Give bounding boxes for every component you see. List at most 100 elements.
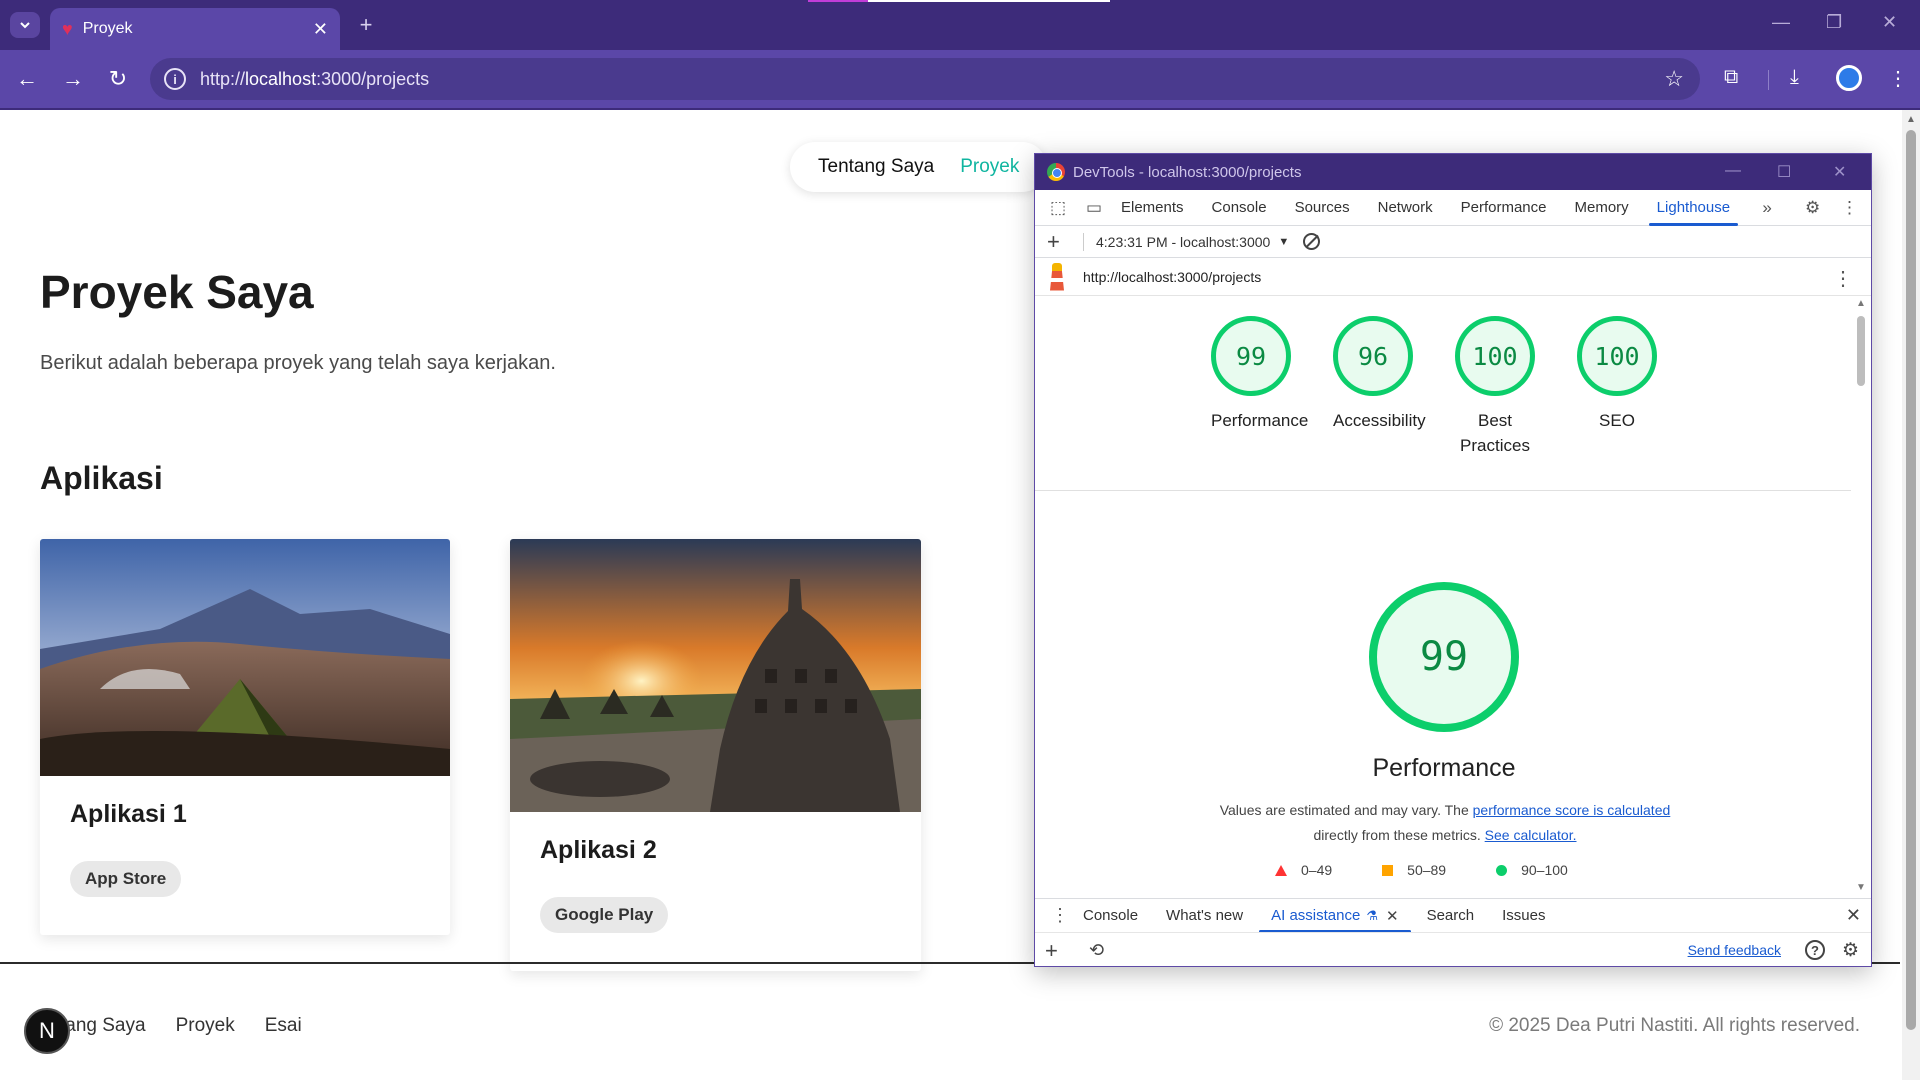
gauge-seo[interactable]: 100 SEO	[1577, 316, 1657, 458]
report-selector[interactable]: 4:23:31 PM - localhost:3000	[1096, 234, 1270, 250]
tab-network[interactable]: Network	[1364, 190, 1447, 226]
page-description: Berikut adalah beberapa proyek yang tela…	[40, 352, 556, 374]
browser-tab-active[interactable]: ♥ Proyek ✕	[50, 8, 340, 50]
volcano-landscape-image	[40, 539, 450, 776]
gauge-accessibility[interactable]: 96 Accessibility	[1333, 316, 1426, 458]
nav-link-tentang-saya[interactable]: Tentang Saya	[818, 156, 934, 178]
forward-button[interactable]: →	[58, 64, 88, 94]
close-window-icon[interactable]: ✕	[1882, 12, 1897, 33]
page-scrollbar[interactable]: ▲	[1902, 110, 1920, 1080]
scrollbar-thumb[interactable]	[1906, 130, 1916, 1030]
legend-fail: 0–49	[1275, 862, 1332, 878]
toolbar-divider	[1768, 70, 1769, 90]
performance-heading: Performance	[1372, 754, 1516, 782]
scrollbar-thumb[interactable]	[1857, 316, 1865, 386]
browser-menu-icon[interactable]: ⋮	[1888, 66, 1908, 91]
profile-avatar[interactable]	[1836, 65, 1862, 91]
clear-reports-icon[interactable]	[1303, 233, 1321, 250]
url-host: localhost	[245, 68, 317, 89]
tab-close-icon[interactable]: ✕	[313, 19, 328, 40]
scroll-down-arrow-icon[interactable]: ▼	[1856, 882, 1866, 893]
tab-performance[interactable]: Performance	[1447, 190, 1561, 226]
report-menu-icon[interactable]: ⋮	[1833, 266, 1853, 291]
drawer-tab-search[interactable]: Search	[1413, 899, 1489, 933]
tab-sources[interactable]: Sources	[1281, 190, 1364, 226]
dropdown-arrow-icon[interactable]: ▼	[1278, 236, 1289, 248]
report-scrollbar[interactable]: ▲ ▼	[1851, 296, 1871, 898]
reload-button[interactable]: ↻	[103, 64, 133, 94]
settings-gear-icon[interactable]: ⚙	[1805, 198, 1820, 218]
devtools-panel-tabs: ⬚ ▭ Elements Console Sources Network Per…	[1035, 190, 1871, 226]
download-icon[interactable]: ⤓	[1790, 66, 1799, 89]
scroll-up-arrow-icon[interactable]: ▲	[1856, 298, 1866, 309]
back-button[interactable]: ←	[12, 64, 42, 94]
heart-favicon-icon: ♥	[62, 18, 73, 39]
devtools-minimize-icon[interactable]: —	[1725, 162, 1741, 180]
see-calculator-link[interactable]: See calculator.	[1485, 827, 1577, 843]
gauge-performance[interactable]: 99 Performance	[1211, 316, 1308, 458]
drawer-tab-label: AI assistance	[1271, 907, 1361, 924]
devtools-titlebar: DevTools - localhost:3000/projects — ☐ ✕	[1035, 154, 1871, 190]
devtools-close-icon[interactable]: ✕	[1833, 162, 1846, 182]
load-progress-leading	[808, 0, 868, 2]
tab-lighthouse[interactable]: Lighthouse	[1643, 190, 1744, 226]
history-icon[interactable]: ⟲	[1089, 940, 1104, 961]
desc-text: Values are estimated and may vary. The	[1219, 802, 1473, 818]
footer-link-proyek[interactable]: Proyek	[176, 1015, 235, 1037]
device-toolbar-icon[interactable]: ▭	[1081, 198, 1107, 218]
footer-link-tentang-saya[interactable]: tang Saya	[60, 1015, 146, 1037]
drawer-tab-console[interactable]: Console	[1069, 899, 1152, 933]
store-badge[interactable]: App Store	[70, 861, 182, 897]
gauge-label: Best Practices	[1460, 411, 1530, 455]
restore-window-icon[interactable]: ❐	[1826, 12, 1842, 33]
extensions-icon[interactable]: ⧉	[1724, 66, 1738, 89]
footer-nav: tang Saya Proyek Esai	[60, 1015, 302, 1037]
store-badge[interactable]: Google Play	[540, 897, 669, 933]
report-divider	[1035, 490, 1853, 491]
close-drawer-icon[interactable]: ✕	[1846, 905, 1861, 926]
more-tabs-icon[interactable]: »	[1754, 198, 1780, 218]
nextjs-dev-indicator[interactable]: N	[24, 1008, 70, 1054]
url-prefix: http://	[200, 68, 246, 89]
devtools-maximize-icon[interactable]: ☐	[1777, 162, 1791, 182]
tab-elements[interactable]: Elements	[1107, 190, 1198, 226]
tab-memory[interactable]: Memory	[1561, 190, 1643, 226]
nav-link-proyek[interactable]: Proyek	[960, 156, 1019, 178]
help-icon[interactable]: ?	[1805, 940, 1825, 960]
gauge-score: 96	[1333, 316, 1413, 396]
desc-text: directly from these metrics.	[1313, 827, 1485, 843]
send-feedback-link[interactable]: Send feedback	[1688, 942, 1781, 958]
scroll-up-arrow-icon[interactable]: ▲	[1906, 114, 1916, 125]
drawer-tab-whats-new[interactable]: What's new	[1152, 899, 1257, 933]
footer-link-esai[interactable]: Esai	[265, 1015, 302, 1037]
page-title: Proyek Saya	[40, 266, 314, 318]
project-card-2[interactable]: Aplikasi 2 Google Play	[510, 539, 921, 971]
legend-average: 50–89	[1382, 862, 1446, 878]
tab-search-button[interactable]	[10, 12, 40, 38]
chevron-down-icon	[20, 22, 30, 29]
orange-square-icon	[1382, 864, 1394, 876]
temple-sunrise-image	[510, 539, 921, 812]
site-info-icon[interactable]: i	[164, 68, 186, 90]
new-report-icon[interactable]: +	[1047, 229, 1071, 255]
project-card-1[interactable]: Aplikasi 1 App Store	[40, 539, 450, 935]
new-chat-icon[interactable]: +	[1045, 938, 1071, 964]
drawer-toolbar: + ⟲ Send feedback ? ⚙	[1035, 932, 1871, 966]
footer-copyright: © 2025 Dea Putri Nastiti. All rights res…	[1489, 1015, 1860, 1036]
gauge-best-practices[interactable]: 100 Best Practices	[1455, 316, 1535, 458]
score-calculated-link[interactable]: performance score is calculated	[1473, 802, 1671, 818]
drawer-tab-ai-assistance[interactable]: AI assistance ⚗ ✕	[1257, 899, 1412, 933]
close-tab-icon[interactable]: ✕	[1386, 907, 1399, 925]
drawer-tab-issues[interactable]: Issues	[1488, 899, 1559, 933]
inspect-element-icon[interactable]: ⬚	[1045, 198, 1071, 218]
legend-label: 0–49	[1301, 862, 1333, 878]
devtools-menu-icon[interactable]: ⋮	[1841, 198, 1858, 218]
minimize-window-icon[interactable]: —	[1772, 12, 1790, 33]
drawer-menu-icon[interactable]: ⋮	[1051, 905, 1069, 926]
tab-console[interactable]: Console	[1198, 190, 1281, 226]
settings-gear-icon[interactable]: ⚙	[1842, 939, 1859, 962]
address-bar[interactable]: i http://localhost:3000/projects ☆	[150, 58, 1700, 100]
bookmark-star-icon[interactable]: ☆	[1664, 66, 1684, 92]
card-title: Aplikasi 1	[70, 800, 187, 828]
new-tab-button[interactable]: +	[354, 12, 378, 38]
